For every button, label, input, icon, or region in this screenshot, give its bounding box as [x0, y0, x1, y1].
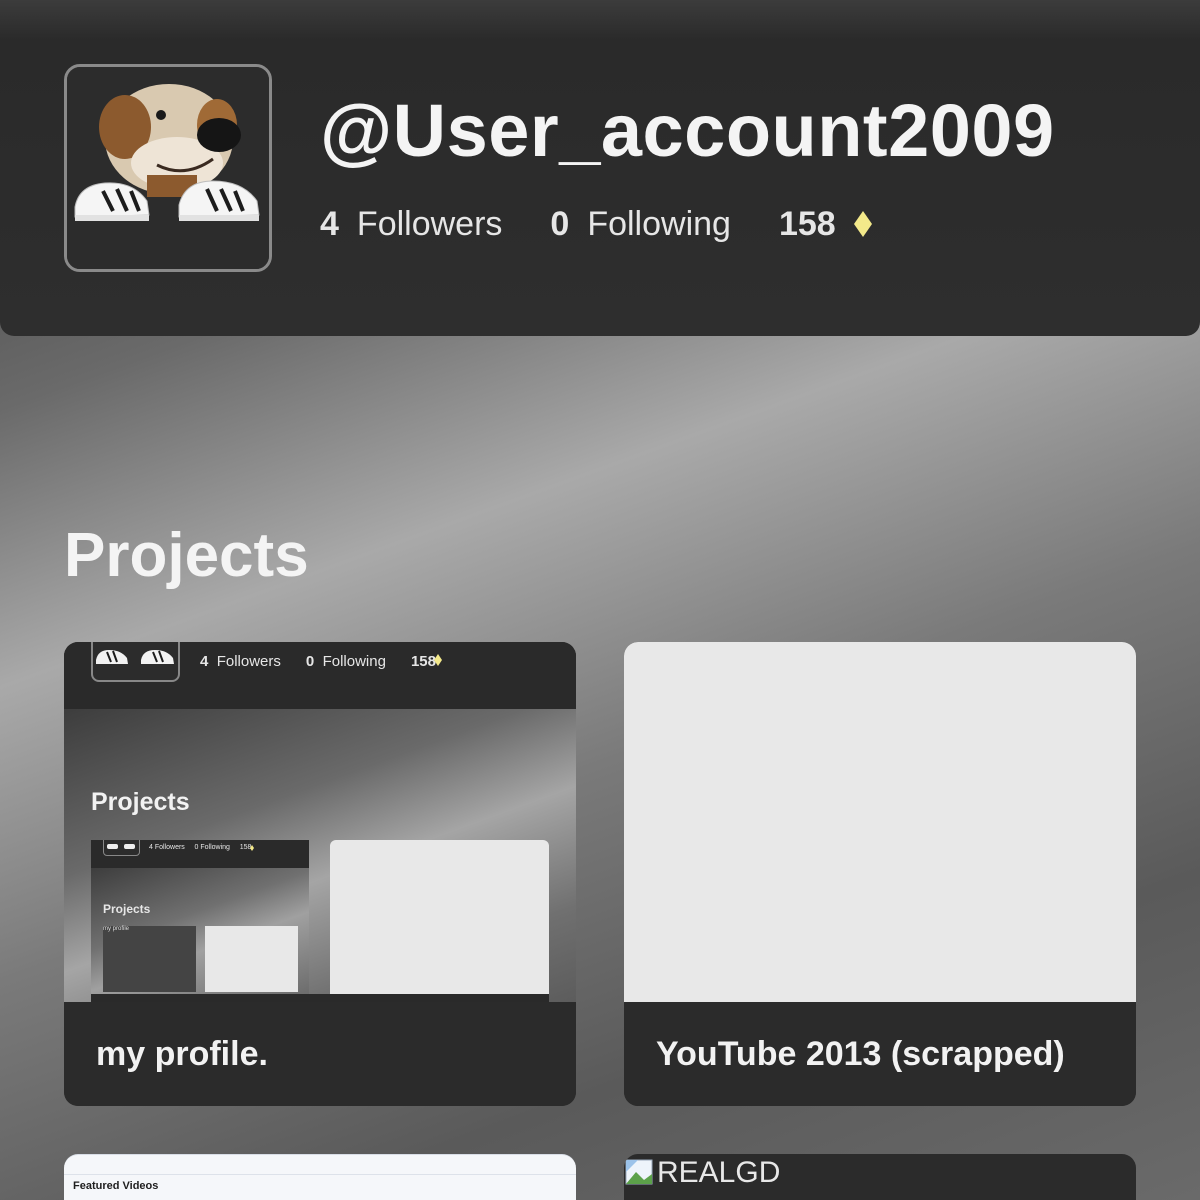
- nested-preview-card: 4 Followers 0 Following 158 Projects my …: [91, 840, 309, 994]
- preview-projects-heading: Projects: [91, 788, 190, 816]
- following-count: 0: [550, 204, 570, 243]
- preview-featured-videos-label: Featured Videos: [73, 1180, 159, 1192]
- shoe-icon: [107, 844, 135, 849]
- following-stat[interactable]: 0 Following: [550, 205, 731, 244]
- nested-following: 0 Following: [194, 844, 230, 851]
- preview-followers-label: Followers: [216, 653, 281, 670]
- profile-stats: 4 Followers 0 Following 158: [320, 202, 922, 246]
- nested-preview-header: 4 Followers 0 Following 158: [91, 840, 309, 868]
- project-card-featured-videos[interactable]: Featured Videos: [64, 1154, 576, 1200]
- nested-stats: 4 Followers 0 Following 158: [149, 844, 251, 851]
- followers-count: 4: [320, 204, 339, 243]
- project-thumbnail: [624, 642, 1136, 1002]
- diamond-icon: [853, 211, 872, 237]
- dog-avatar-image: [96, 650, 174, 664]
- project-card-youtube-2013[interactable]: YouTube 2013 (scrapped): [624, 642, 1136, 1106]
- preview-divider: [64, 1174, 576, 1175]
- nested-project-card-1: my profile: [103, 926, 196, 992]
- broken-image-icon: [625, 1159, 653, 1185]
- project-card-my-profile[interactable]: 4 Followers 0 Following 158 Projects 4 F…: [64, 642, 576, 1106]
- gems-stat: 158: [779, 205, 874, 244]
- projects-heading: Projects: [64, 521, 309, 590]
- nested-avatar: [103, 840, 140, 856]
- dog-avatar-image: [67, 67, 269, 269]
- diamond-icon: [250, 845, 254, 851]
- project-card-realgd[interactable]: REALGD: [624, 1154, 1136, 1200]
- broken-image-alt: my profile: [103, 926, 130, 932]
- preview-header: 4 Followers 0 Following 158: [64, 642, 576, 709]
- gems-count: 158: [778, 204, 836, 243]
- profile-header: @User_account2009 4 Followers 0 Followin…: [0, 0, 1200, 336]
- preview-card-captions: [91, 994, 549, 1002]
- followers-stat[interactable]: 4 Followers: [320, 205, 502, 244]
- project-thumbnail: 4 Followers 0 Following 158 Projects 4 F…: [64, 642, 576, 1002]
- preview-following-label: Following: [322, 653, 386, 670]
- preview-gems-count: 158: [410, 653, 436, 670]
- following-label: Following: [587, 204, 731, 243]
- avatar[interactable]: [64, 64, 272, 272]
- nested-followers: 4 Followers: [149, 844, 185, 851]
- preview-followers-count: 4: [200, 653, 209, 670]
- nested-project-card-2: [205, 926, 298, 992]
- preview-project-card-2: [330, 840, 549, 994]
- preview-avatar: [91, 642, 180, 682]
- preview-stats: 4 Followers 0 Following 158: [200, 653, 436, 670]
- followers-label: Followers: [356, 204, 503, 243]
- project-title: my profile.: [64, 1002, 576, 1106]
- preview-following-count: 0: [305, 653, 315, 670]
- broken-image-alt: REALGD: [657, 1156, 781, 1189]
- username: @User_account2009: [320, 89, 1055, 172]
- project-title: YouTube 2013 (scrapped): [624, 1002, 1136, 1106]
- nested-projects-heading: Projects: [103, 902, 151, 916]
- diamond-icon: [434, 654, 442, 666]
